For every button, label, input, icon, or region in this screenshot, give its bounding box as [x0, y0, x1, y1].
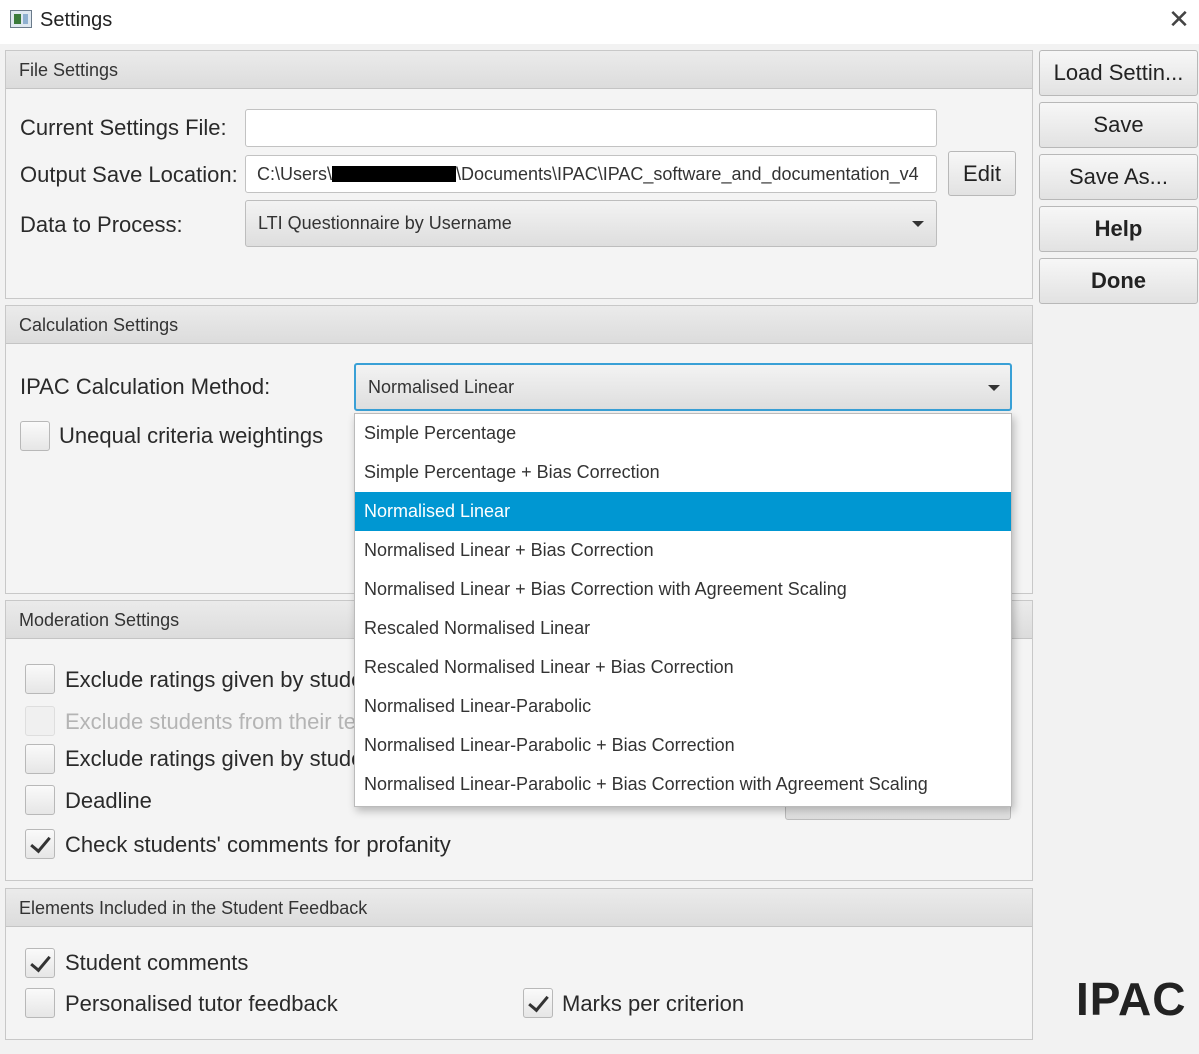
moderation-checkbox-2[interactable] — [25, 744, 55, 774]
redacted-username — [332, 166, 457, 182]
moderation-label-0: Exclude ratings given by stude — [65, 667, 364, 692]
profanity-check-checkbox[interactable] — [25, 829, 55, 859]
calculation-method-dropdown-list: Simple Percentage Simple Percentage + Bi… — [354, 413, 1012, 807]
dropdown-option-selected[interactable]: Normalised Linear — [355, 492, 1011, 531]
dropdown-option[interactable]: Normalised Linear + Bias Correction with… — [355, 570, 1011, 609]
output-save-location-field[interactable]: C:\Users\ \Documents\IPAC\IPAC_software_a… — [245, 155, 937, 193]
calculation-method-label: IPAC Calculation Method: — [20, 374, 271, 399]
help-button[interactable]: Help — [1039, 206, 1198, 252]
dropdown-option[interactable]: Normalised Linear-Parabolic + Bias Corre… — [355, 726, 1011, 765]
current-settings-file-label: Current Settings File: — [20, 115, 227, 140]
moderation-checkbox-1[interactable] — [25, 706, 55, 736]
title-bar: Settings ✕ — [0, 0, 1199, 44]
output-path-suffix: \Documents\IPAC\IPAC_software_and_docume… — [456, 164, 919, 184]
student-comments-checkbox[interactable] — [25, 948, 55, 978]
deadline-checkbox[interactable] — [25, 785, 55, 815]
dropdown-option[interactable]: Rescaled Normalised Linear — [355, 609, 1011, 648]
file-settings-header: File Settings — [6, 51, 1032, 89]
calculation-settings-header: Calculation Settings — [6, 306, 1032, 344]
moderation-label-2: Exclude ratings given by stude — [65, 746, 364, 771]
ipac-logo: IPAC — [1076, 973, 1187, 1025]
dropdown-option[interactable]: Simple Percentage + Bias Correction — [355, 453, 1011, 492]
dropdown-option[interactable]: Normalised Linear + Bias Correction — [355, 531, 1011, 570]
chevron-down-icon — [988, 385, 1000, 391]
close-icon[interactable]: ✕ — [1166, 4, 1192, 34]
feedback-elements-header: Elements Included in the Student Feedbac… — [6, 889, 1032, 927]
chevron-down-icon — [912, 221, 924, 227]
current-settings-file-field[interactable] — [245, 109, 937, 147]
unequal-weightings-label: Unequal criteria weightings — [59, 423, 324, 448]
save-as-button[interactable]: Save As... — [1039, 154, 1198, 200]
done-button[interactable]: Done — [1039, 258, 1198, 304]
dropdown-option[interactable]: Normalised Linear-Parabolic — [355, 687, 1011, 726]
dropdown-option[interactable]: Normalised Linear-Parabolic + Bias Corre… — [355, 765, 1011, 804]
deadline-label: Deadline — [65, 788, 152, 813]
save-button[interactable]: Save — [1039, 102, 1198, 148]
app-icon — [10, 10, 32, 28]
student-comments-label: Student comments — [65, 950, 249, 975]
calculation-method-select[interactable]: Normalised Linear — [354, 363, 1012, 411]
tutor-feedback-label: Personalised tutor feedback — [65, 991, 338, 1016]
moderation-label-1: Exclude students from their te — [65, 709, 357, 734]
data-to-process-value: LTI Questionnaire by Username — [258, 213, 512, 233]
edit-button[interactable]: Edit — [948, 151, 1016, 196]
data-to-process-label: Data to Process: — [20, 212, 183, 237]
marks-per-criterion-checkbox[interactable] — [523, 988, 553, 1018]
tutor-feedback-checkbox[interactable] — [25, 988, 55, 1018]
dropdown-option[interactable]: Rescaled Normalised Linear + Bias Correc… — [355, 648, 1011, 687]
dropdown-option[interactable]: Simple Percentage — [355, 414, 1011, 453]
profanity-check-label: Check students' comments for profanity — [65, 832, 451, 857]
data-to-process-select[interactable]: LTI Questionnaire by Username — [245, 200, 937, 247]
unequal-weightings-checkbox[interactable] — [20, 421, 50, 451]
window-title: Settings — [40, 9, 113, 31]
marks-per-criterion-label: Marks per criterion — [562, 991, 745, 1016]
output-save-location-label: Output Save Location: — [20, 162, 238, 187]
output-path-prefix: C:\Users\ — [257, 164, 333, 184]
load-settings-button[interactable]: Load Settin... — [1039, 50, 1198, 96]
calculation-method-value: Normalised Linear — [368, 377, 515, 397]
moderation-checkbox-0[interactable] — [25, 664, 55, 694]
